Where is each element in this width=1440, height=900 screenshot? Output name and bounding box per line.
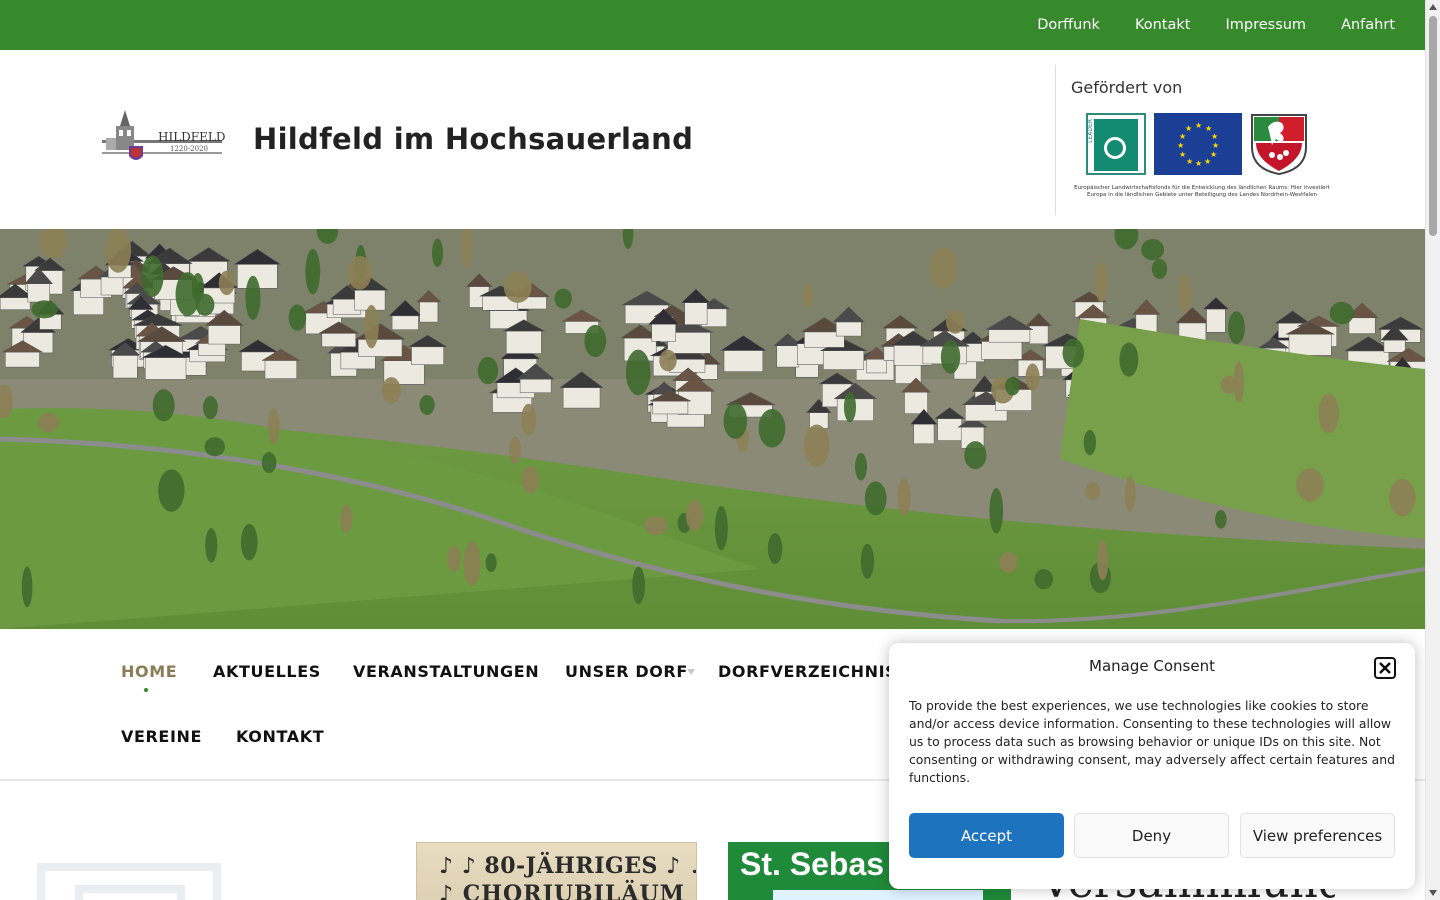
- accept-button[interactable]: Accept: [909, 813, 1064, 858]
- top-bar: Dorffunk Kontakt Impressum Anfahrt: [0, 0, 1425, 50]
- consent-message: To provide the best experiences, we use …: [909, 698, 1395, 785]
- topnav-kontakt[interactable]: Kontakt: [1135, 17, 1191, 33]
- nav-kontakt[interactable]: KONTAKT: [236, 727, 324, 746]
- svg-text:★: ★: [1179, 132, 1186, 141]
- leader-logo-text: LEADER: [1087, 119, 1094, 143]
- site-title[interactable]: Hildfeld im Hochsauerland: [253, 122, 693, 156]
- nav-dorfverzeichnis[interactable]: DORFVERZEICHNIS: [718, 662, 897, 681]
- top-navigation: Dorffunk Kontakt Impressum Anfahrt: [1037, 0, 1395, 50]
- sponsor-label: Gefördert von: [1071, 78, 1183, 97]
- hero-image: [0, 229, 1425, 629]
- sponsor-logos: LEADER ★ ★ ★ ★ ★ ★ ★ ★ ★ ★ ★ ★: [1086, 113, 1308, 176]
- site-logo[interactable]: HILDFELD 1220-2020: [100, 108, 226, 166]
- nav-aktuelles[interactable]: AKTUELLES: [213, 662, 321, 681]
- sponsor-text: Europäischer Landwirtschaftsfonds für di…: [1074, 185, 1330, 198]
- svg-text:★: ★: [1179, 150, 1186, 159]
- nav-veranstaltungen[interactable]: VERANSTALTUNGEN: [353, 662, 539, 681]
- scrollbar-thumb[interactable]: [1429, 16, 1437, 236]
- page-scrollbar[interactable]: [1425, 0, 1440, 900]
- svg-text:★: ★: [1185, 124, 1192, 133]
- post-card-chorjubilaeum[interactable]: ♪ ♪ 80-JÄHRIGES ♪ ♫ ♪ CHORJUBILÄUM: [416, 842, 697, 900]
- view-preferences-button[interactable]: View preferences: [1240, 813, 1395, 858]
- close-icon[interactable]: [1374, 657, 1396, 679]
- consent-title: Manage Consent: [1089, 657, 1215, 675]
- svg-text:★: ★: [1204, 157, 1211, 166]
- card-title-line1: ♪ ♪ 80-JÄHRIGES ♪ ♫: [439, 853, 697, 879]
- card-image-band: [773, 890, 983, 900]
- scroll-down-arrow-icon[interactable]: [1429, 890, 1437, 896]
- svg-text:★: ★: [1186, 157, 1193, 166]
- site-header: HILDFELD 1220-2020 Hildfeld im Hochsauer…: [0, 50, 1425, 229]
- card-title: St. Sebas: [740, 846, 885, 882]
- nav-home[interactable]: HOME: [121, 662, 177, 681]
- deny-button[interactable]: Deny: [1074, 813, 1229, 858]
- nav-unser-dorf[interactable]: UNSER DORF: [565, 662, 688, 681]
- eu-flag-logo: ★ ★ ★ ★ ★ ★ ★ ★ ★ ★ ★ ★: [1154, 113, 1242, 175]
- card-title-line2: ♪ CHORJUBILÄUM: [439, 881, 685, 900]
- consent-dialog: Manage Consent To provide the best exper…: [889, 643, 1415, 889]
- leader-logo: LEADER: [1086, 113, 1146, 175]
- nav-active-indicator: [144, 688, 148, 692]
- topnav-dorffunk[interactable]: Dorffunk: [1037, 17, 1100, 33]
- svg-text:★: ★: [1212, 141, 1219, 150]
- scroll-up-arrow-icon[interactable]: [1429, 4, 1437, 10]
- topnav-anfahrt[interactable]: Anfahrt: [1341, 17, 1395, 33]
- svg-text:★: ★: [1211, 132, 1218, 141]
- topnav-impressum[interactable]: Impressum: [1225, 17, 1306, 33]
- svg-text:★: ★: [1195, 121, 1202, 130]
- sponsor-block: Gefördert von LEADER ★ ★ ★ ★ ★ ★ ★ ★ ★ ★ ★ ★: [1055, 65, 1335, 215]
- nav-vereine[interactable]: VEREINE: [121, 727, 202, 746]
- svg-text:★: ★: [1195, 159, 1202, 168]
- nrw-coat-of-arms-logo: [1250, 113, 1308, 176]
- svg-text:HILDFELD: HILDFELD: [158, 130, 225, 144]
- svg-text:1220-2020: 1220-2020: [170, 145, 208, 153]
- svg-text:★: ★: [1177, 141, 1184, 150]
- page: Dorffunk Kontakt Impressum Anfahrt HILDF…: [0, 0, 1440, 900]
- chevron-down-icon[interactable]: [687, 669, 695, 675]
- faded-logo-graphic: [37, 863, 221, 900]
